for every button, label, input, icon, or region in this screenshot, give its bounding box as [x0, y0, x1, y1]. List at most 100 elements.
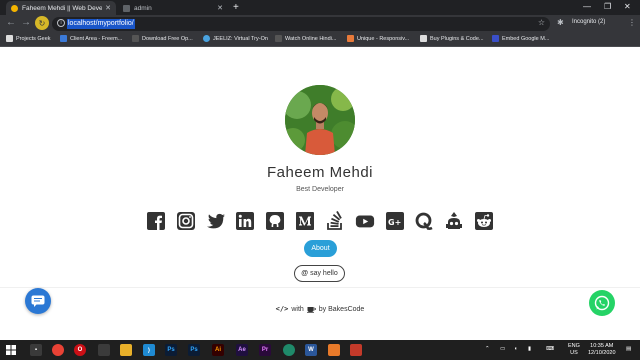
whatsapp-icon — [594, 295, 610, 311]
maximize-icon[interactable]: ❐ — [604, 2, 611, 11]
address-bar[interactable]: i localhost/myportfolio/ ☆ — [52, 17, 550, 31]
jeeliz-icon — [203, 35, 210, 42]
word-icon[interactable]: W — [305, 344, 317, 356]
bookmark-label: Unique - Responsiv... — [357, 35, 410, 42]
reload-icon[interactable]: ↻ — [35, 16, 49, 30]
notifications-icon[interactable]: ▤ — [626, 346, 631, 353]
stackoverflow-icon[interactable] — [324, 210, 346, 232]
bookmark-label: Watch Online Hindi... — [285, 35, 337, 42]
facebook-icon[interactable] — [145, 210, 167, 232]
say-hello-label: say hello — [310, 270, 338, 277]
folder-icon[interactable] — [120, 344, 132, 356]
chrome-icon[interactable] — [52, 344, 64, 356]
medium-icon[interactable] — [294, 210, 316, 232]
extensions-icon[interactable]: ✱ — [557, 18, 564, 27]
unique-icon — [347, 35, 354, 42]
photoshop-2-icon[interactable]: Ps — [188, 344, 200, 356]
bookmark-item[interactable]: Projects Geek — [6, 35, 51, 42]
admin-favicon-icon — [123, 4, 130, 12]
language-icon[interactable]: ⌨ — [546, 346, 554, 353]
about-button[interactable]: About — [304, 240, 337, 257]
quora-icon[interactable] — [413, 210, 435, 232]
bookmark-item[interactable]: Client Area - Freem... — [60, 35, 122, 42]
coffee-icon — [306, 307, 316, 313]
bookmark-item[interactable]: JEELIZ: Virtual Try-On — [203, 35, 268, 42]
avatar — [285, 85, 355, 155]
bookmark-label: Buy Plugins & Code... — [430, 35, 484, 42]
chat-button[interactable] — [25, 288, 51, 314]
twitter-icon[interactable] — [205, 210, 227, 232]
incognito-indicator[interactable]: Incognito (2) — [572, 19, 605, 25]
network-icon[interactable]: ▭ — [500, 346, 505, 353]
volume-icon[interactable]: ◖ — [514, 346, 517, 353]
clock[interactable]: 10:35 AM 12/10/2020 — [588, 343, 616, 357]
app-icon[interactable] — [283, 344, 295, 356]
forward-icon[interactable]: → — [21, 17, 31, 28]
url-text[interactable]: localhost/myportfolio/ — [67, 19, 135, 29]
new-tab-button[interactable]: + — [233, 2, 239, 13]
svg-text:G+: G+ — [388, 218, 401, 227]
opera-icon[interactable]: O — [74, 344, 86, 356]
profile-role: Best Developer — [296, 186, 344, 193]
bookmark-item[interactable]: Buy Plugins & Code... — [420, 35, 484, 42]
close-tab-icon[interactable]: ✕ — [105, 4, 111, 12]
bookmark-label: Download Free Op... — [142, 35, 193, 42]
social-links: G+ — [145, 209, 495, 233]
file-explorer-icon[interactable] — [98, 344, 110, 356]
close-tab-icon[interactable]: ✕ — [217, 4, 223, 12]
after-effects-icon[interactable]: Ae — [236, 344, 248, 356]
folder-icon — [6, 35, 13, 42]
codepen-icon[interactable] — [443, 210, 465, 232]
github-icon[interactable] — [264, 210, 286, 232]
linkedin-icon[interactable] — [234, 210, 256, 232]
whatsapp-button[interactable] — [589, 290, 615, 316]
premiere-icon[interactable]: Pr — [259, 344, 271, 356]
bookmark-item[interactable]: Unique - Responsiv... — [347, 35, 409, 42]
xampp-icon[interactable] — [328, 344, 340, 356]
page-icon — [275, 35, 282, 42]
back-icon[interactable]: ← — [6, 17, 16, 28]
windows-start-icon[interactable] — [6, 345, 16, 355]
tab-strip: Faheem Mehdi || Web Developer ✕ admin ✕ … — [0, 0, 640, 15]
app-2-icon[interactable] — [350, 344, 362, 356]
bookmark-label: Client Area - Freem... — [70, 35, 123, 42]
language-indicator[interactable]: ENG US — [568, 343, 580, 357]
instagram-icon[interactable] — [175, 210, 197, 232]
store-icon[interactable]: ▪ — [30, 344, 42, 356]
say-hello-button[interactable]: @ say hello — [294, 265, 345, 282]
freem-icon — [60, 35, 67, 42]
code-icon: </> — [275, 305, 289, 313]
bookmark-label: Embed Google M... — [502, 35, 550, 42]
tray-arrow-icon[interactable]: ⌃ — [485, 346, 490, 353]
profile-name: Faheem Mehdi — [266, 164, 374, 181]
tab-title: admin — [134, 4, 152, 12]
bookmark-item[interactable]: Download Free Op... — [132, 35, 193, 42]
bookmark-star-icon[interactable]: ☆ — [538, 18, 545, 27]
google-plus-icon[interactable]: G+ — [384, 210, 406, 232]
date-label: 12/10/2020 — [588, 350, 616, 356]
bookmark-item[interactable]: Embed Google M... — [492, 35, 549, 42]
minimize-icon[interactable]: — — [583, 2, 591, 11]
youtube-icon[interactable] — [354, 210, 376, 232]
photoshop-icon[interactable]: Ps — [165, 344, 177, 356]
tab-portfolio[interactable]: Faheem Mehdi || Web Developer ✕ — [6, 1, 116, 15]
vscode-icon[interactable]: ⟩ — [143, 344, 155, 356]
at-icon: @ — [301, 270, 309, 277]
time-label: 10:35 AM — [590, 343, 614, 349]
battery-icon[interactable]: ▮ — [528, 346, 531, 353]
info-icon[interactable]: i — [57, 19, 65, 27]
close-window-icon[interactable]: ✕ — [624, 2, 631, 11]
footer: </> with by BakesCode — [200, 305, 440, 313]
embed-icon — [492, 35, 499, 42]
bookmarks-bar: Projects Geek Client Area - Freem... Dow… — [0, 33, 640, 47]
reddit-icon[interactable] — [473, 210, 495, 232]
footer-with: with — [291, 305, 304, 313]
bookmark-label: Projects Geek — [16, 35, 51, 42]
page-icon — [420, 35, 427, 42]
tab-title: Faheem Mehdi || Web Developer — [22, 4, 103, 12]
bookmark-item[interactable]: Watch Online Hindi... — [275, 35, 336, 42]
menu-icon[interactable]: ⋮ — [628, 18, 636, 27]
illustrator-icon[interactable]: Ai — [212, 344, 224, 356]
tab-admin[interactable]: admin ✕ — [118, 1, 228, 15]
region-label: US — [570, 350, 578, 356]
